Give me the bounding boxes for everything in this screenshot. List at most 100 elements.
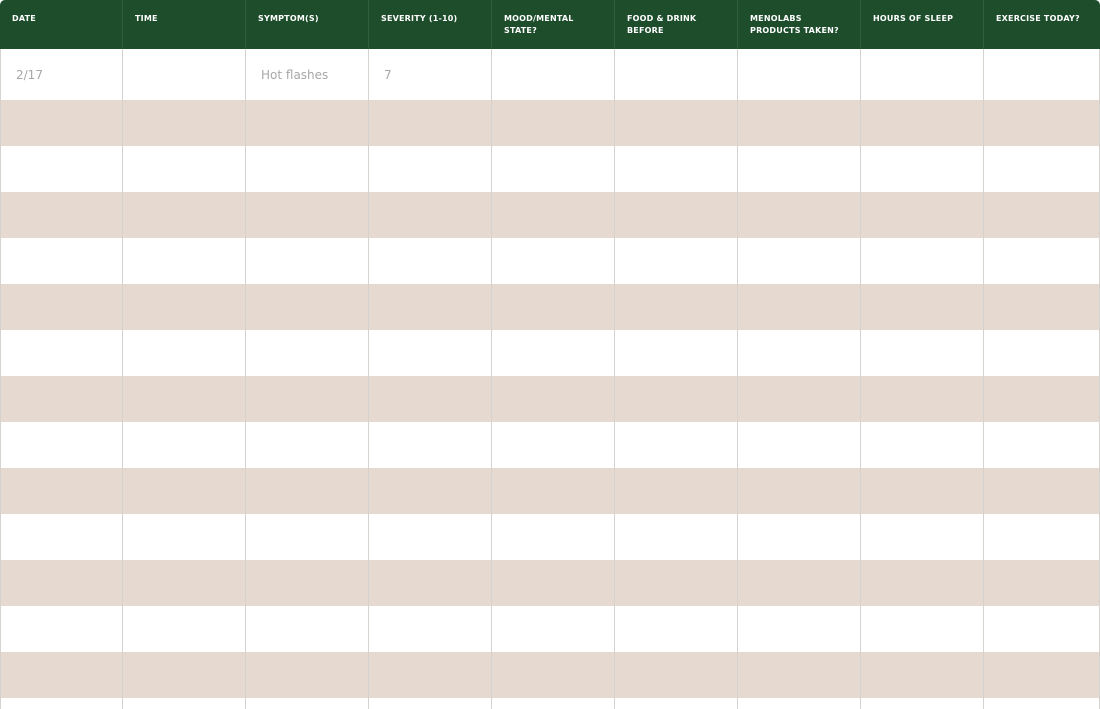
cell-exercise[interactable]	[984, 100, 1100, 146]
cell-hours-of-sleep[interactable]	[861, 514, 984, 560]
cell-time[interactable]	[123, 560, 246, 606]
cell-symptoms[interactable]	[246, 192, 369, 238]
cell-symptoms[interactable]	[246, 330, 369, 376]
cell-menolabs-products[interactable]	[738, 100, 861, 146]
cell-date[interactable]	[0, 606, 123, 652]
cell-mood[interactable]	[492, 146, 615, 192]
cell-food-drink[interactable]	[615, 606, 738, 652]
cell-menolabs-products[interactable]	[738, 238, 861, 284]
cell-time[interactable]	[123, 192, 246, 238]
cell-severity[interactable]	[369, 100, 492, 146]
cell-food-drink[interactable]	[615, 330, 738, 376]
cell-menolabs-products[interactable]	[738, 146, 861, 192]
cell-date[interactable]	[0, 652, 123, 698]
cell-exercise[interactable]	[984, 238, 1100, 284]
cell-time[interactable]	[123, 376, 246, 422]
cell-time[interactable]	[123, 330, 246, 376]
cell-symptoms[interactable]	[246, 606, 369, 652]
cell-menolabs-products[interactable]	[738, 698, 861, 709]
cell-severity[interactable]	[369, 560, 492, 606]
cell-date[interactable]	[0, 330, 123, 376]
cell-mood[interactable]	[492, 560, 615, 606]
cell-food-drink[interactable]	[615, 376, 738, 422]
cell-exercise[interactable]	[984, 560, 1100, 606]
cell-symptoms[interactable]	[246, 698, 369, 709]
cell-hours-of-sleep[interactable]	[861, 376, 984, 422]
cell-mood[interactable]	[492, 192, 615, 238]
cell-time[interactable]	[123, 652, 246, 698]
cell-mood[interactable]	[492, 422, 615, 468]
cell-time[interactable]	[123, 49, 246, 100]
cell-exercise[interactable]	[984, 514, 1100, 560]
cell-time[interactable]	[123, 146, 246, 192]
cell-time[interactable]	[123, 284, 246, 330]
cell-exercise[interactable]	[984, 146, 1100, 192]
cell-hours-of-sleep[interactable]	[861, 698, 984, 709]
cell-food-drink[interactable]	[615, 468, 738, 514]
cell-hours-of-sleep[interactable]	[861, 192, 984, 238]
cell-food-drink[interactable]	[615, 100, 738, 146]
cell-menolabs-products[interactable]	[738, 652, 861, 698]
cell-food-drink[interactable]	[615, 238, 738, 284]
cell-mood[interactable]	[492, 100, 615, 146]
cell-date[interactable]	[0, 514, 123, 560]
cell-hours-of-sleep[interactable]	[861, 100, 984, 146]
cell-menolabs-products[interactable]	[738, 422, 861, 468]
cell-mood[interactable]	[492, 698, 615, 709]
cell-severity[interactable]	[369, 192, 492, 238]
cell-date[interactable]	[0, 422, 123, 468]
cell-symptoms[interactable]	[246, 376, 369, 422]
cell-mood[interactable]	[492, 514, 615, 560]
cell-date[interactable]	[0, 698, 123, 709]
cell-severity[interactable]	[369, 606, 492, 652]
cell-exercise[interactable]	[984, 652, 1100, 698]
cell-exercise[interactable]	[984, 284, 1100, 330]
cell-severity[interactable]: 7	[369, 49, 492, 100]
cell-menolabs-products[interactable]	[738, 468, 861, 514]
cell-severity[interactable]	[369, 652, 492, 698]
cell-menolabs-products[interactable]	[738, 284, 861, 330]
cell-severity[interactable]	[369, 284, 492, 330]
cell-symptoms[interactable]	[246, 100, 369, 146]
cell-time[interactable]	[123, 468, 246, 514]
cell-severity[interactable]	[369, 468, 492, 514]
cell-date[interactable]	[0, 376, 123, 422]
cell-menolabs-products[interactable]	[738, 49, 861, 100]
cell-hours-of-sleep[interactable]	[861, 560, 984, 606]
cell-food-drink[interactable]	[615, 652, 738, 698]
cell-food-drink[interactable]	[615, 284, 738, 330]
cell-food-drink[interactable]	[615, 192, 738, 238]
cell-date[interactable]: 2/17	[0, 49, 123, 100]
cell-symptoms[interactable]	[246, 560, 369, 606]
cell-menolabs-products[interactable]	[738, 606, 861, 652]
cell-severity[interactable]	[369, 422, 492, 468]
cell-exercise[interactable]	[984, 422, 1100, 468]
cell-time[interactable]	[123, 100, 246, 146]
cell-mood[interactable]	[492, 468, 615, 514]
cell-exercise[interactable]	[984, 606, 1100, 652]
cell-date[interactable]	[0, 192, 123, 238]
cell-time[interactable]	[123, 606, 246, 652]
cell-mood[interactable]	[492, 606, 615, 652]
cell-hours-of-sleep[interactable]	[861, 284, 984, 330]
cell-symptoms[interactable]	[246, 422, 369, 468]
cell-symptoms[interactable]	[246, 284, 369, 330]
cell-menolabs-products[interactable]	[738, 330, 861, 376]
cell-date[interactable]	[0, 284, 123, 330]
cell-symptoms[interactable]	[246, 468, 369, 514]
cell-symptoms[interactable]	[246, 652, 369, 698]
cell-hours-of-sleep[interactable]	[861, 468, 984, 514]
cell-menolabs-products[interactable]	[738, 514, 861, 560]
cell-date[interactable]	[0, 146, 123, 192]
cell-hours-of-sleep[interactable]	[861, 49, 984, 100]
cell-severity[interactable]	[369, 698, 492, 709]
cell-mood[interactable]	[492, 284, 615, 330]
cell-exercise[interactable]	[984, 468, 1100, 514]
cell-date[interactable]	[0, 468, 123, 514]
cell-symptoms[interactable]	[246, 146, 369, 192]
cell-date[interactable]	[0, 560, 123, 606]
cell-time[interactable]	[123, 514, 246, 560]
cell-menolabs-products[interactable]	[738, 560, 861, 606]
cell-hours-of-sleep[interactable]	[861, 422, 984, 468]
cell-menolabs-products[interactable]	[738, 376, 861, 422]
